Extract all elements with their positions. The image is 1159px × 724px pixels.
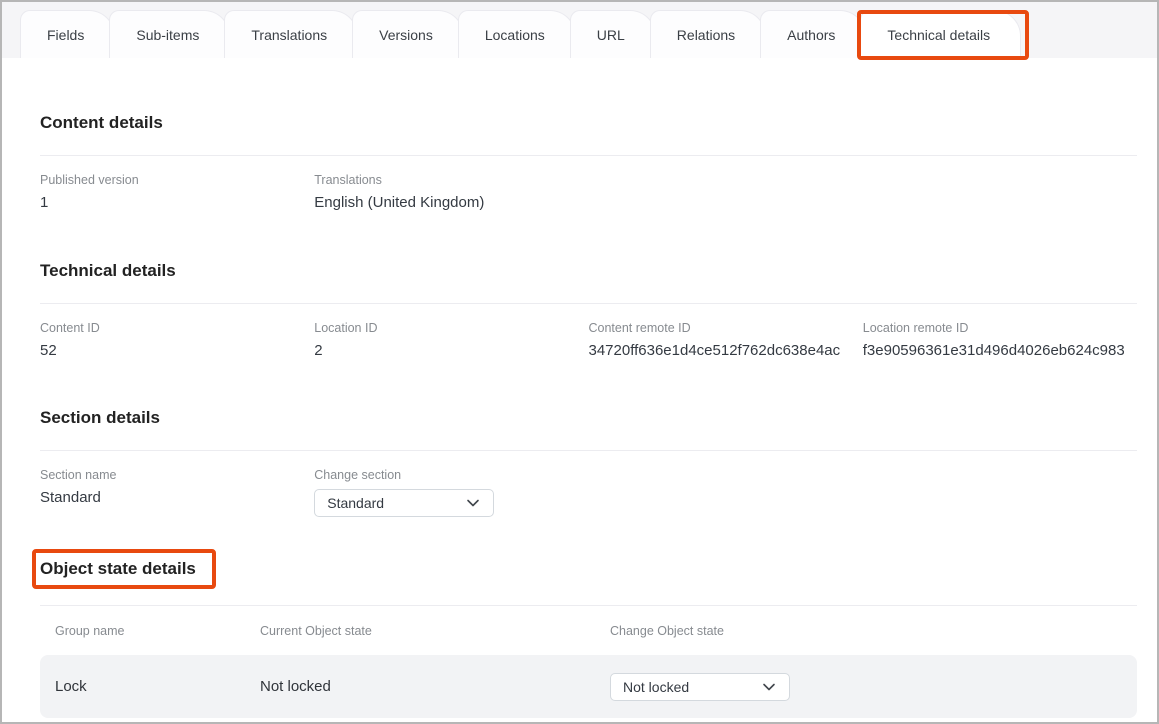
tab-label: Sub-items	[136, 27, 199, 43]
object-state-table-header: Group name Current Object state Change O…	[40, 605, 1137, 655]
tab-relations[interactable]: Relations	[650, 10, 766, 58]
table-row: Lock Not locked Not locked	[40, 655, 1137, 718]
section-technical-details: Technical details Content ID 52 Location…	[40, 260, 1137, 360]
tab-sub-items[interactable]: Sub-items	[109, 10, 230, 58]
location-id-label: Location ID	[314, 321, 588, 336]
content-id-value: 52	[40, 341, 314, 360]
tab-label: Relations	[677, 27, 735, 43]
divider	[40, 303, 1137, 304]
content-remote-id-label: Content remote ID	[589, 321, 863, 336]
group-name-cell: Lock	[55, 678, 260, 695]
technical-details-content: Content details Published version 1 Tran…	[2, 112, 1157, 718]
content-details-heading: Content details	[40, 112, 1137, 133]
tab-authors[interactable]: Authors	[760, 10, 866, 58]
location-id-field: Location ID 2	[314, 321, 588, 360]
current-object-state-cell: Not locked	[260, 678, 610, 695]
tab-label: URL	[597, 27, 625, 43]
tab-locations[interactable]: Locations	[458, 10, 576, 58]
tab-versions[interactable]: Versions	[352, 10, 464, 58]
tab-url[interactable]: URL	[570, 10, 656, 58]
change-object-state-selected-value: Not locked	[623, 679, 689, 695]
tab-technical-details[interactable]: Technical details	[860, 10, 1021, 58]
location-remote-id-field: Location remote ID f3e90596361e31d496d40…	[863, 321, 1137, 360]
published-version-value: 1	[40, 193, 314, 212]
change-section-selected-value: Standard	[327, 495, 384, 511]
group-name-header: Group name	[55, 624, 260, 638]
location-id-value: 2	[314, 341, 588, 360]
tab-translations[interactable]: Translations	[224, 10, 358, 58]
content-id-label: Content ID	[40, 321, 314, 336]
section-object-state-details: Object state details Group name Current …	[40, 558, 1137, 718]
content-id-field: Content ID 52	[40, 321, 314, 360]
chevron-down-icon	[465, 495, 481, 511]
section-section-details: Section details Section name Standard Ch…	[40, 407, 1137, 517]
content-tab-bar: Fields Sub-items Translations Versions L…	[2, 2, 1157, 58]
translations-value: English (United Kingdom)	[314, 193, 588, 212]
object-state-details-heading: Object state details	[40, 558, 196, 579]
published-version-field: Published version 1	[40, 173, 314, 212]
divider	[40, 155, 1137, 156]
tab-label: Authors	[787, 27, 835, 43]
location-remote-id-label: Location remote ID	[863, 321, 1137, 336]
tab-label: Technical details	[887, 27, 990, 43]
current-object-state-header: Current Object state	[260, 624, 610, 638]
content-remote-id-field: Content remote ID 34720ff636e1d4ce512f76…	[589, 321, 863, 360]
tab-label: Versions	[379, 27, 433, 43]
section-details-heading: Section details	[40, 407, 1137, 428]
technical-details-page: Fields Sub-items Translations Versions L…	[0, 0, 1159, 724]
section-name-label: Section name	[40, 468, 314, 483]
section-name-value: Standard	[40, 488, 314, 507]
object-state-table: Group name Current Object state Change O…	[40, 605, 1137, 718]
section-content-details: Content details Published version 1 Tran…	[40, 112, 1137, 212]
divider	[40, 450, 1137, 451]
content-remote-id-value: 34720ff636e1d4ce512f762dc638e4ac	[589, 341, 863, 360]
tab-label: Translations	[251, 27, 327, 43]
section-name-field: Section name Standard	[40, 468, 314, 517]
published-version-label: Published version	[40, 173, 314, 188]
translations-field: Translations English (United Kingdom)	[314, 173, 588, 212]
change-section-label: Change section	[314, 468, 588, 483]
change-section-select[interactable]: Standard	[314, 489, 494, 517]
translations-label: Translations	[314, 173, 588, 188]
tab-fields[interactable]: Fields	[20, 10, 115, 58]
change-section-field: Change section Standard	[314, 468, 588, 517]
tab-label: Fields	[47, 27, 84, 43]
change-object-state-header: Change Object state	[610, 624, 1122, 638]
tab-label: Locations	[485, 27, 545, 43]
chevron-down-icon	[761, 679, 777, 695]
location-remote-id-value: f3e90596361e31d496d4026eb624c983	[863, 341, 1137, 360]
change-object-state-select[interactable]: Not locked	[610, 673, 790, 701]
technical-details-heading: Technical details	[40, 260, 1137, 281]
